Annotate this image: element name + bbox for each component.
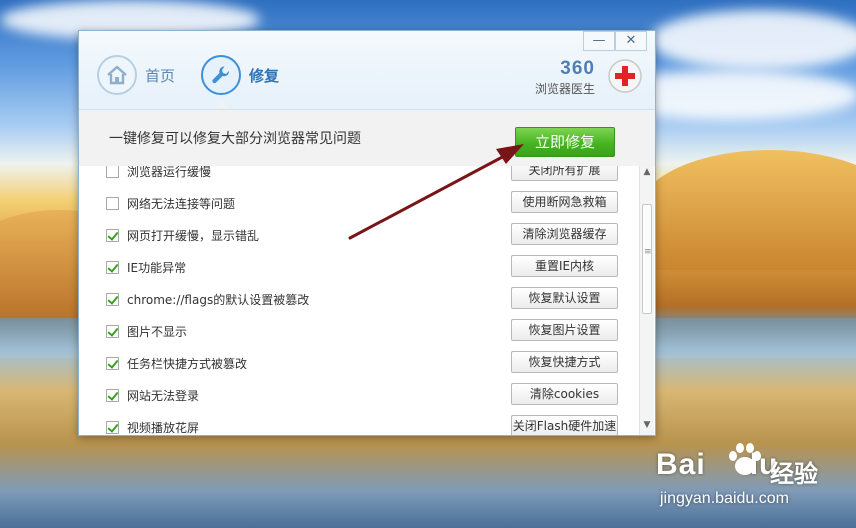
brand: 360 浏览器医生	[523, 58, 643, 98]
tab-repair[interactable]: 修复	[201, 53, 279, 97]
item-label: 网站无法登录	[127, 389, 200, 403]
item-action-button[interactable]: 关闭所有扩展	[511, 166, 618, 181]
item-checkbox[interactable]	[106, 261, 119, 274]
watermark-url: jingyan.baidu.com	[660, 490, 789, 507]
tab-home-label: 首页	[145, 66, 176, 85]
item-action-button[interactable]: 清除cookies	[511, 383, 618, 405]
scroll-thumb[interactable]	[642, 204, 652, 314]
list-item: 视频播放花屏 关闭Flash硬件加速	[79, 412, 639, 435]
list-scrollbar[interactable]: ▲ ▼	[639, 166, 654, 435]
item-action-button[interactable]: 重置IE内核	[511, 255, 618, 277]
item-checkbox[interactable]	[106, 357, 119, 370]
tab-home[interactable]: 首页	[97, 53, 175, 97]
first-aid-icon	[607, 58, 643, 94]
item-checkbox[interactable]	[106, 166, 119, 178]
brand-number: 360	[560, 58, 595, 79]
item-action-button[interactable]: 恢复图片设置	[511, 319, 618, 341]
minimize-button[interactable]: —	[583, 31, 615, 51]
item-label: 任务栏快捷方式被篡改	[127, 357, 248, 371]
list-item: 网络无法连接等问题 使用断网急救箱	[79, 188, 639, 220]
action-banner: 一键修复可以修复大部分浏览器常见问题 立即修复	[79, 110, 655, 166]
list-item: 浏览器运行缓慢 关闭所有扩展	[79, 166, 639, 188]
item-action-button[interactable]: 关闭Flash硬件加速	[511, 415, 618, 435]
paw-icon	[724, 440, 766, 478]
scroll-up-icon[interactable]: ▲	[642, 167, 652, 179]
item-checkbox[interactable]	[106, 197, 119, 210]
brand-subtitle: 浏览器医生	[534, 82, 595, 96]
home-icon	[97, 55, 137, 95]
watermark-brand-cn: 经验	[770, 460, 818, 488]
item-checkbox[interactable]	[106, 389, 119, 402]
list-item: 任务栏快捷方式被篡改 恢复快捷方式	[79, 348, 639, 380]
item-label: IE功能异常	[127, 261, 187, 275]
close-button[interactable]: ✕	[615, 31, 647, 51]
issue-list: 浏览器运行缓慢 关闭所有扩展 网络无法连接等问题 使用断网急救箱 网页打开缓慢，…	[79, 166, 639, 435]
item-checkbox[interactable]	[106, 229, 119, 242]
item-action-button[interactable]: 使用断网急救箱	[511, 191, 618, 213]
item-label: 图片不显示	[127, 325, 188, 339]
tab-repair-label: 修复	[249, 66, 280, 85]
item-label: 浏览器运行缓慢	[127, 166, 212, 179]
cloud	[650, 10, 856, 70]
item-action-button[interactable]: 恢复快捷方式	[511, 351, 618, 373]
list-item: IE功能异常 重置IE内核	[79, 252, 639, 284]
list-item: 网站无法登录 清除cookies	[79, 380, 639, 412]
title-bar: — ✕ 首页 修复 360 浏览器医生	[79, 31, 655, 110]
baidu-watermark: Bai du 经验 jingyan.baidu.com	[652, 440, 852, 520]
wrench-icon	[201, 55, 241, 95]
item-action-button[interactable]: 清除浏览器缓存	[511, 223, 618, 245]
item-label: 网页打开缓慢，显示错乱	[127, 229, 260, 243]
sand-dune	[640, 150, 856, 270]
watermark-brand-left: Bai	[656, 448, 706, 481]
active-tab-pointer	[214, 101, 230, 109]
scroll-down-icon[interactable]: ▼	[642, 420, 652, 432]
item-action-button[interactable]: 恢复默认设置	[511, 287, 618, 309]
list-item: chrome://flags的默认设置被篡改 恢复默认设置	[79, 284, 639, 316]
item-label: 网络无法连接等问题	[127, 197, 236, 211]
list-item: 网页打开缓慢，显示错乱 清除浏览器缓存	[79, 220, 639, 252]
browser-doctor-window: — ✕ 首页 修复 360 浏览器医生 一键修复可以修复大部分浏览器常见问题 立…	[78, 30, 656, 436]
item-checkbox[interactable]	[106, 421, 119, 434]
item-checkbox[interactable]	[106, 325, 119, 338]
item-label: 视频播放花屏	[127, 421, 200, 435]
list-item: 图片不显示 恢复图片设置	[79, 316, 639, 348]
item-label: chrome://flags的默认设置被篡改	[127, 293, 310, 307]
banner-text: 一键修复可以修复大部分浏览器常见问题	[109, 131, 361, 147]
item-checkbox[interactable]	[106, 293, 119, 306]
fix-now-button[interactable]: 立即修复	[515, 127, 615, 157]
